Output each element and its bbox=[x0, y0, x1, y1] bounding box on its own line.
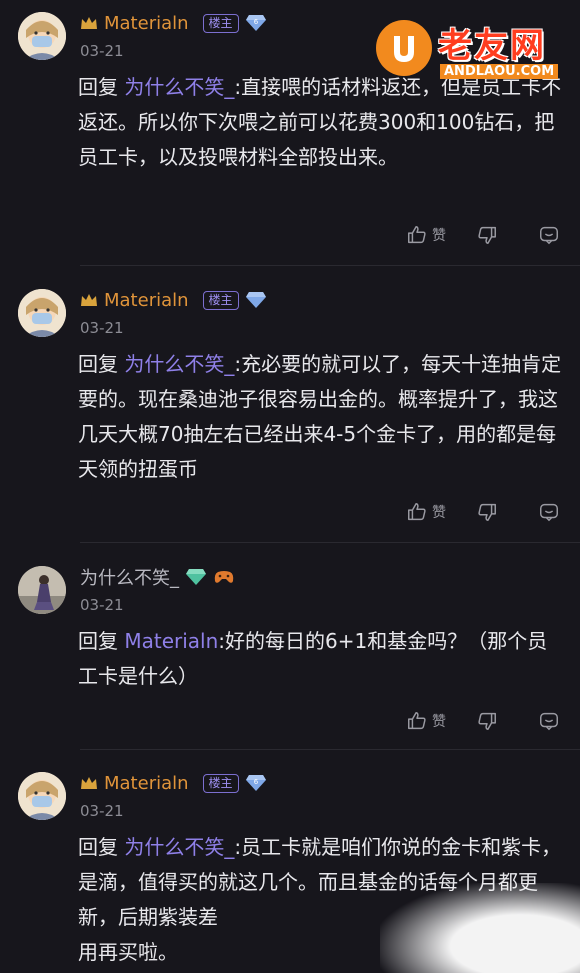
divider bbox=[80, 542, 580, 543]
mention-link[interactable]: Materialn bbox=[124, 629, 218, 653]
mention-link[interactable]: 为什么不笑_ bbox=[124, 75, 234, 99]
author-row: Materialn 楼主 6 bbox=[80, 770, 267, 796]
reply-prefix: 回复 bbox=[78, 629, 125, 653]
comment-text-tail: 用再买啦。 bbox=[78, 940, 178, 964]
like-button[interactable]: 赞 bbox=[406, 710, 476, 732]
level-number: 6 bbox=[253, 18, 258, 26]
like-label: 赞 bbox=[432, 228, 446, 244]
comment-actions: 赞 bbox=[406, 501, 562, 523]
reply-button[interactable] bbox=[538, 501, 562, 523]
thumbs-down-icon bbox=[478, 503, 496, 521]
comment-2: Materialn 楼主 03-21 回复 为什么不笑_:充必要的就可以了，每天… bbox=[0, 277, 580, 543]
like-button[interactable]: 赞 bbox=[406, 224, 476, 246]
comment-date: 03-21 bbox=[80, 319, 124, 337]
crown-icon bbox=[81, 17, 97, 29]
comment-date: 03-21 bbox=[80, 596, 124, 614]
reply-prefix: 回复 bbox=[78, 835, 125, 859]
reply-button[interactable] bbox=[538, 224, 562, 246]
dislike-button[interactable] bbox=[476, 501, 538, 523]
site-watermark: 老友网 ANDLAOU.COM bbox=[376, 12, 566, 84]
watermark-title: 老友网 bbox=[438, 26, 546, 66]
gamepad-icon bbox=[214, 571, 234, 583]
author-row: 为什么不笑_ bbox=[80, 564, 235, 590]
crown-icon bbox=[81, 294, 97, 306]
image-fade-overlay bbox=[380, 883, 580, 973]
like-label: 赞 bbox=[432, 505, 446, 521]
thumbs-down-icon bbox=[478, 712, 496, 730]
like-button[interactable]: 赞 bbox=[406, 501, 476, 523]
thumbs-up-icon bbox=[408, 712, 426, 730]
author-row: Materialn 楼主 bbox=[80, 287, 267, 313]
mention-link[interactable]: 为什么不笑_ bbox=[124, 352, 234, 376]
op-badge: 楼主 bbox=[202, 13, 239, 33]
level-gem-icon: 6 bbox=[245, 775, 266, 791]
dislike-button[interactable] bbox=[476, 224, 538, 246]
mention-link[interactable]: 为什么不笑_ bbox=[124, 835, 234, 859]
divider bbox=[80, 749, 580, 750]
thumbs-up-icon bbox=[408, 226, 426, 244]
op-badge: 楼主 bbox=[202, 773, 239, 793]
level-number: 6 bbox=[253, 778, 258, 786]
comment-bubble-icon bbox=[540, 712, 558, 731]
comment-4: Materialn 楼主 6 03-21 回复 为什么不笑_:员工卡就是咱们你说… bbox=[0, 760, 580, 973]
divider bbox=[80, 265, 580, 266]
level-gem-icon bbox=[186, 569, 206, 585]
author-name[interactable]: 为什么不笑_ bbox=[80, 564, 179, 590]
dislike-button[interactable] bbox=[476, 710, 538, 732]
comment-bubble-icon bbox=[540, 503, 558, 522]
comment-body: 回复 为什么不笑_:直接喂的话材料返还，但是员工卡不返还。所以你下次喂之前可以花… bbox=[78, 70, 564, 175]
level-gem-icon bbox=[245, 292, 266, 308]
avatar[interactable] bbox=[18, 772, 66, 820]
author-name[interactable]: Materialn bbox=[104, 290, 189, 311]
comment-body: 回复 为什么不笑_:充必要的就可以了，每天十连抽肯定要的。现在桑迪池子很容易出金… bbox=[78, 347, 564, 487]
avatar[interactable] bbox=[18, 12, 66, 60]
comment-actions: 赞 bbox=[406, 224, 562, 246]
thumbs-down-icon bbox=[478, 226, 496, 244]
comment-actions: 赞 bbox=[406, 710, 562, 732]
thumbs-up-icon bbox=[408, 503, 426, 521]
avatar[interactable] bbox=[18, 566, 66, 614]
user-avatar-icon bbox=[18, 289, 66, 337]
user-avatar-icon bbox=[18, 566, 66, 614]
watermark-url: ANDLAOU.COM bbox=[440, 64, 559, 79]
user-avatar-icon bbox=[18, 12, 66, 60]
comment-3: 为什么不笑_ 03-21 回复 Materialn:好的每日的6+1和基金吗？（… bbox=[0, 554, 580, 750]
author-name[interactable]: Materialn bbox=[104, 13, 189, 34]
reply-prefix: 回复 bbox=[78, 75, 125, 99]
crown-icon bbox=[81, 777, 97, 789]
comment-date: 03-21 bbox=[80, 42, 124, 60]
op-badge: 楼主 bbox=[202, 290, 239, 310]
like-label: 赞 bbox=[432, 714, 446, 730]
author-row: Materialn 楼主 6 bbox=[80, 10, 267, 36]
watermark-logo-icon bbox=[376, 20, 432, 76]
avatar[interactable] bbox=[18, 289, 66, 337]
comment-bubble-icon bbox=[540, 226, 558, 245]
comment-date: 03-21 bbox=[80, 802, 124, 820]
level-gem-icon: 6 bbox=[245, 15, 266, 31]
comment-body: 回复 Materialn:好的每日的6+1和基金吗？（那个员工卡是什么） bbox=[78, 624, 564, 694]
reply-prefix: 回复 bbox=[78, 352, 125, 376]
user-avatar-icon bbox=[18, 772, 66, 820]
reply-button[interactable] bbox=[538, 710, 562, 732]
author-name[interactable]: Materialn bbox=[104, 773, 189, 794]
